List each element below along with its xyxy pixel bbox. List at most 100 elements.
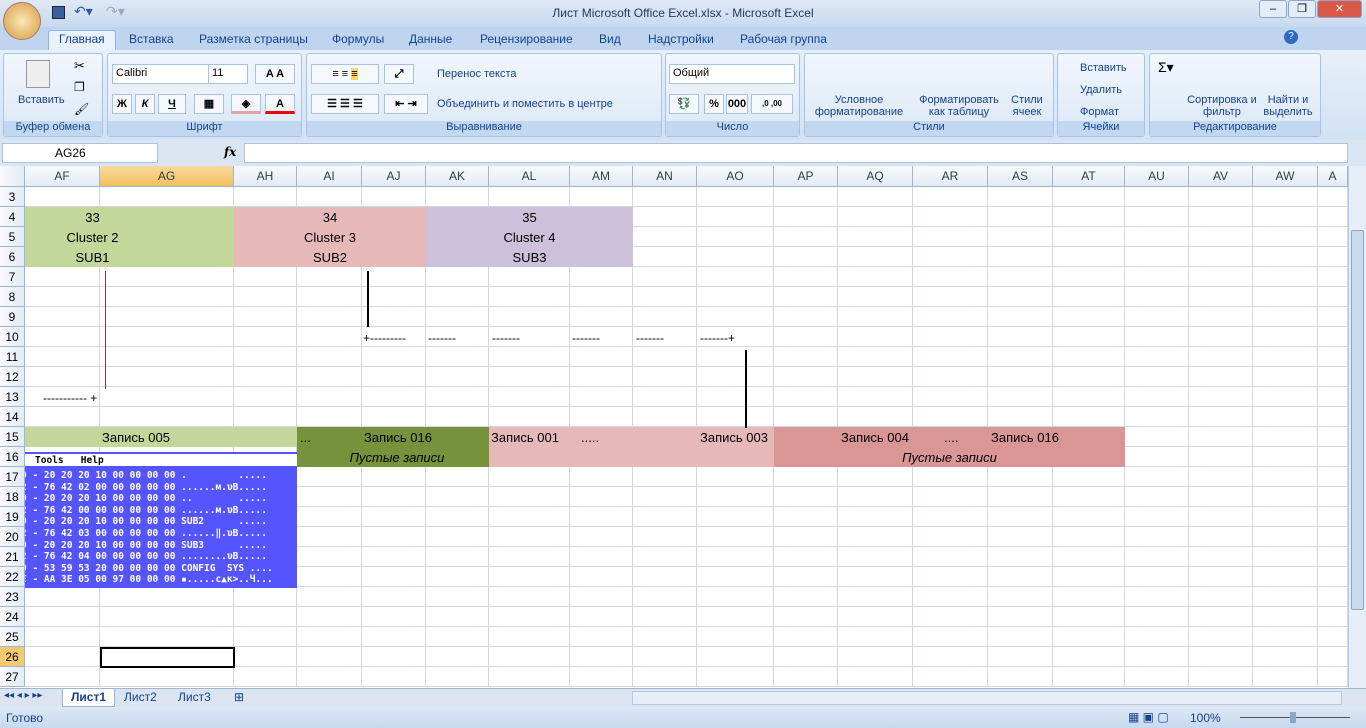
italic-button[interactable]: К <box>135 94 155 114</box>
paste-button[interactable]: Вставить <box>18 94 65 106</box>
column-header[interactable]: AW <box>1253 166 1318 187</box>
row-header[interactable]: 7 <box>0 267 25 287</box>
column-header[interactable]: AL <box>489 166 570 187</box>
tab-page-layout[interactable]: Разметка страницы <box>189 31 318 47</box>
sheet-nav-arrows[interactable]: ◂◂ ◂ ▸ ▸▸ <box>4 690 42 701</box>
delete-cells-button[interactable]: Удалить <box>1080 84 1122 96</box>
column-header[interactable]: A <box>1318 166 1348 187</box>
number-format-select[interactable]: Общий <box>669 64 795 84</box>
row-header[interactable]: 11 <box>0 347 25 367</box>
indent-buttons[interactable]: ⇤ ⇥ <box>384 94 428 114</box>
formula-input[interactable] <box>244 143 1348 163</box>
row-header[interactable]: 27 <box>0 667 25 687</box>
column-header[interactable]: AM <box>570 166 633 187</box>
zoom-level[interactable]: 100% <box>1190 711 1221 725</box>
horizontal-scrollbar[interactable] <box>632 691 1342 705</box>
row-header[interactable]: 10 <box>0 327 25 347</box>
close-button[interactable]: ✕ <box>1317 0 1362 18</box>
row-header[interactable]: 26 <box>0 647 25 667</box>
tab-workgroup[interactable]: Рабочая группа <box>730 31 837 47</box>
column-header[interactable]: AT <box>1053 166 1125 187</box>
fx-icon[interactable]: fx <box>224 145 236 159</box>
font-name-select[interactable]: Calibri <box>112 64 210 84</box>
column-header[interactable]: AG <box>100 166 234 187</box>
copy-icon[interactable]: ❐ <box>74 80 85 94</box>
column-header[interactable]: AO <box>697 166 774 187</box>
sheet-tab-3[interactable]: Лист3 <box>170 689 219 707</box>
sort-filter-button[interactable]: Сортировка и фильтр <box>1186 94 1258 118</box>
font-color-button[interactable]: A <box>265 94 295 114</box>
format-painter-icon[interactable]: 🖌 <box>74 102 89 116</box>
decimal-buttons[interactable]: ,0 ,00 <box>751 94 793 114</box>
column-header[interactable]: AF <box>25 166 100 187</box>
sheet-tab-2[interactable]: Лист2 <box>116 689 165 707</box>
tab-data[interactable]: Данные <box>399 31 462 47</box>
row-header[interactable]: 18 <box>0 487 25 507</box>
column-header[interactable]: AV <box>1189 166 1253 187</box>
row-header[interactable]: 4 <box>0 207 25 227</box>
row-header[interactable]: 25 <box>0 627 25 647</box>
insert-sheet-icon[interactable]: ⊞ <box>226 689 252 707</box>
row-header[interactable]: 17 <box>0 467 25 487</box>
underline-button[interactable]: Ч <box>158 94 186 114</box>
row-header[interactable]: 23 <box>0 587 25 607</box>
vertical-scrollbar[interactable] <box>1348 166 1366 688</box>
merge-center-button[interactable]: Объединить и поместить в центре <box>437 98 613 110</box>
view-buttons[interactable]: ▦ ▣ ▢ <box>1128 710 1169 724</box>
zoom-slider-thumb[interactable] <box>1290 712 1296 723</box>
bold-button[interactable]: Ж <box>112 94 132 114</box>
column-header[interactable]: AU <box>1125 166 1189 187</box>
row-header[interactable]: 9 <box>0 307 25 327</box>
tab-addins[interactable]: Надстройки <box>638 31 724 47</box>
row-header[interactable]: 5 <box>0 227 25 247</box>
row-header[interactable]: 14 <box>0 407 25 427</box>
font-size-select[interactable]: 11 <box>208 64 248 84</box>
tab-view[interactable]: Вид <box>589 31 631 47</box>
column-header[interactable]: AH <box>234 166 297 187</box>
minimize-button[interactable]: – <box>1259 0 1287 18</box>
percent-button[interactable]: % <box>704 94 724 114</box>
find-select-button[interactable]: Найти и выделить <box>1258 94 1318 118</box>
select-all-corner[interactable] <box>0 166 25 187</box>
sheet-tab-1[interactable]: Лист1 <box>62 689 116 707</box>
currency-button[interactable]: 💱 <box>669 94 699 114</box>
row-header[interactable]: 12 <box>0 367 25 387</box>
insert-cells-button[interactable]: Вставить <box>1080 62 1127 74</box>
tab-insert[interactable]: Вставка <box>119 31 184 47</box>
autosum-icon[interactable]: Σ▾ <box>1158 59 1174 76</box>
fill-color-button[interactable]: ◈ <box>231 94 261 114</box>
column-header[interactable]: AS <box>988 166 1053 187</box>
column-header[interactable]: AK <box>426 166 489 187</box>
column-header[interactable]: AR <box>913 166 988 187</box>
column-header[interactable]: AN <box>633 166 697 187</box>
row-header[interactable]: 19 <box>0 507 25 527</box>
row-header[interactable]: 20 <box>0 527 25 547</box>
scroll-thumb[interactable] <box>1351 230 1364 610</box>
row-header[interactable]: 24 <box>0 607 25 627</box>
row-header[interactable]: 6 <box>0 247 25 267</box>
row-header[interactable]: 13 <box>0 387 25 407</box>
column-header[interactable]: AI <box>297 166 362 187</box>
cell-styles-button[interactable]: Стили ячеек <box>1005 94 1049 118</box>
format-cells-button[interactable]: Формат <box>1080 106 1119 118</box>
row-header[interactable]: 15 <box>0 427 25 447</box>
horizontal-align-buttons[interactable]: ☰ ☰ ☰ <box>311 94 379 114</box>
format-as-table-button[interactable]: Форматировать как таблицу <box>913 94 1005 118</box>
column-header[interactable]: AQ <box>838 166 913 187</box>
name-box[interactable]: AG26 <box>2 143 158 163</box>
tab-review[interactable]: Рецензирование <box>470 31 583 47</box>
maximize-button[interactable]: ❐ <box>1288 0 1316 18</box>
font-grow-shrink-button[interactable]: A A <box>255 64 295 84</box>
column-header[interactable]: AP <box>774 166 838 187</box>
orientation-button[interactable]: ⤢ <box>384 64 414 84</box>
help-icon[interactable]: ? <box>1284 30 1298 44</box>
office-button[interactable] <box>3 2 41 40</box>
active-cell-ag26[interactable] <box>100 647 235 668</box>
row-header[interactable]: 21 <box>0 547 25 567</box>
row-header[interactable]: 16 <box>0 447 25 467</box>
row-header[interactable]: 22 <box>0 567 25 587</box>
row-header[interactable]: 8 <box>0 287 25 307</box>
tab-formulas[interactable]: Формулы <box>322 31 394 47</box>
column-header[interactable]: AJ <box>362 166 426 187</box>
tab-home[interactable]: Главная <box>48 30 116 50</box>
